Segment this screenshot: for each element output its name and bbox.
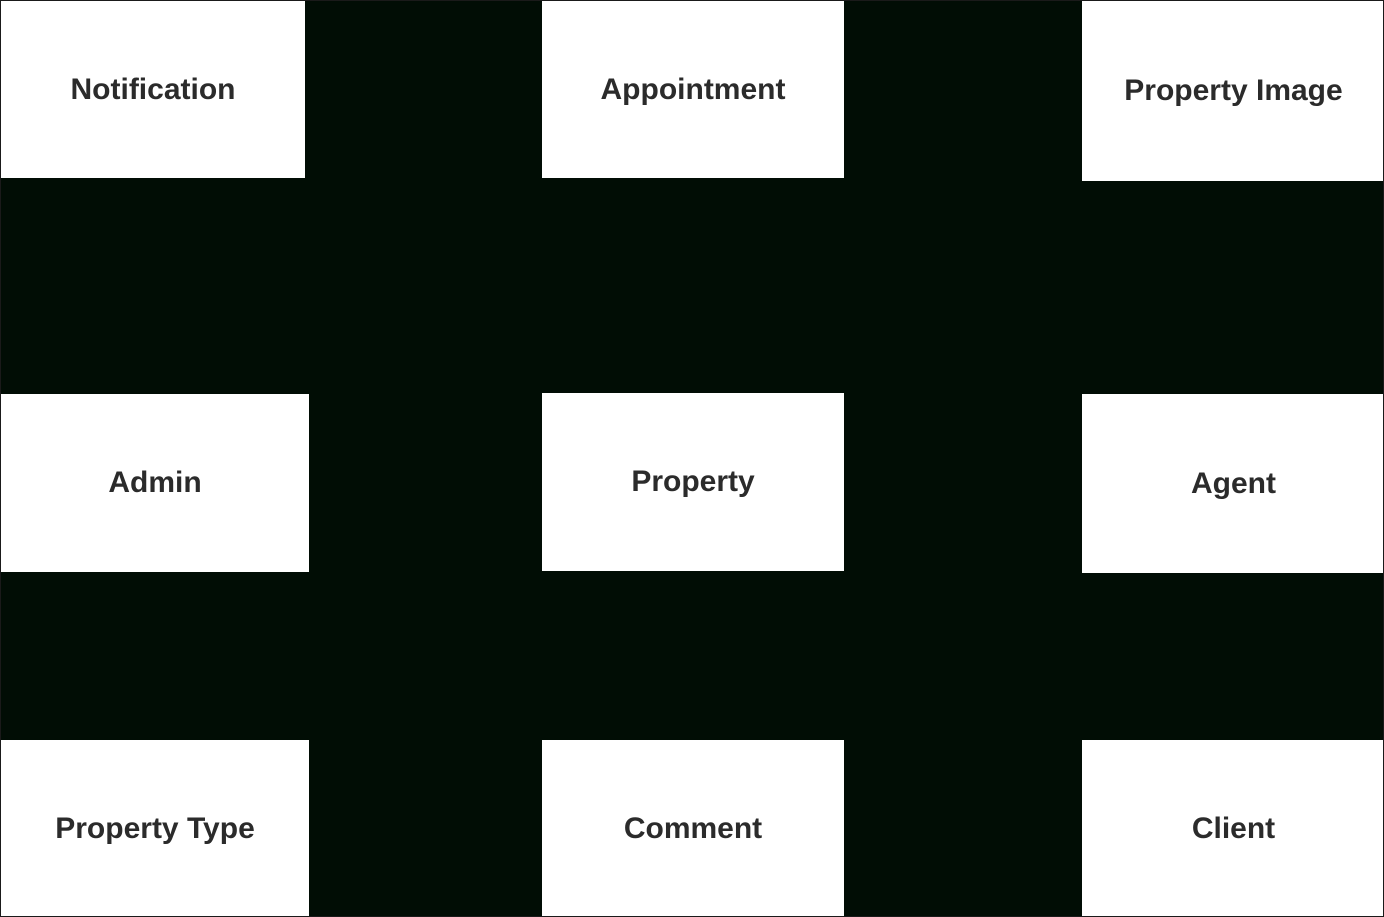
entity-box-client[interactable]: Client (1082, 740, 1383, 916)
entity-box-agent[interactable]: Agent (1082, 394, 1383, 573)
entity-box-notification[interactable]: Notification (1, 1, 305, 178)
entity-box-admin[interactable]: Admin (1, 394, 309, 572)
entity-box-appointment[interactable]: Appointment (542, 1, 844, 178)
entity-box-property-type[interactable]: Property Type (1, 740, 309, 916)
entity-label-agent: Agent (1191, 466, 1276, 500)
entity-label-admin: Admin (108, 466, 202, 499)
entity-label-appointment: Appointment (600, 72, 786, 106)
entity-label-property: Property (631, 465, 755, 498)
entity-label-notification: Notification (70, 72, 236, 106)
entity-label-property-image: Property Image (1124, 74, 1343, 107)
entity-box-property[interactable]: Property (542, 393, 844, 571)
entity-box-property-image[interactable]: Property Image (1082, 1, 1383, 181)
entity-diagram-canvas: Notification Appointment Property Image … (0, 0, 1384, 917)
entity-label-comment: Comment (623, 812, 763, 845)
entity-label-client: Client (1191, 812, 1276, 845)
entity-box-comment[interactable]: Comment (542, 740, 844, 916)
entity-label-property-type: Property Type (55, 812, 255, 845)
